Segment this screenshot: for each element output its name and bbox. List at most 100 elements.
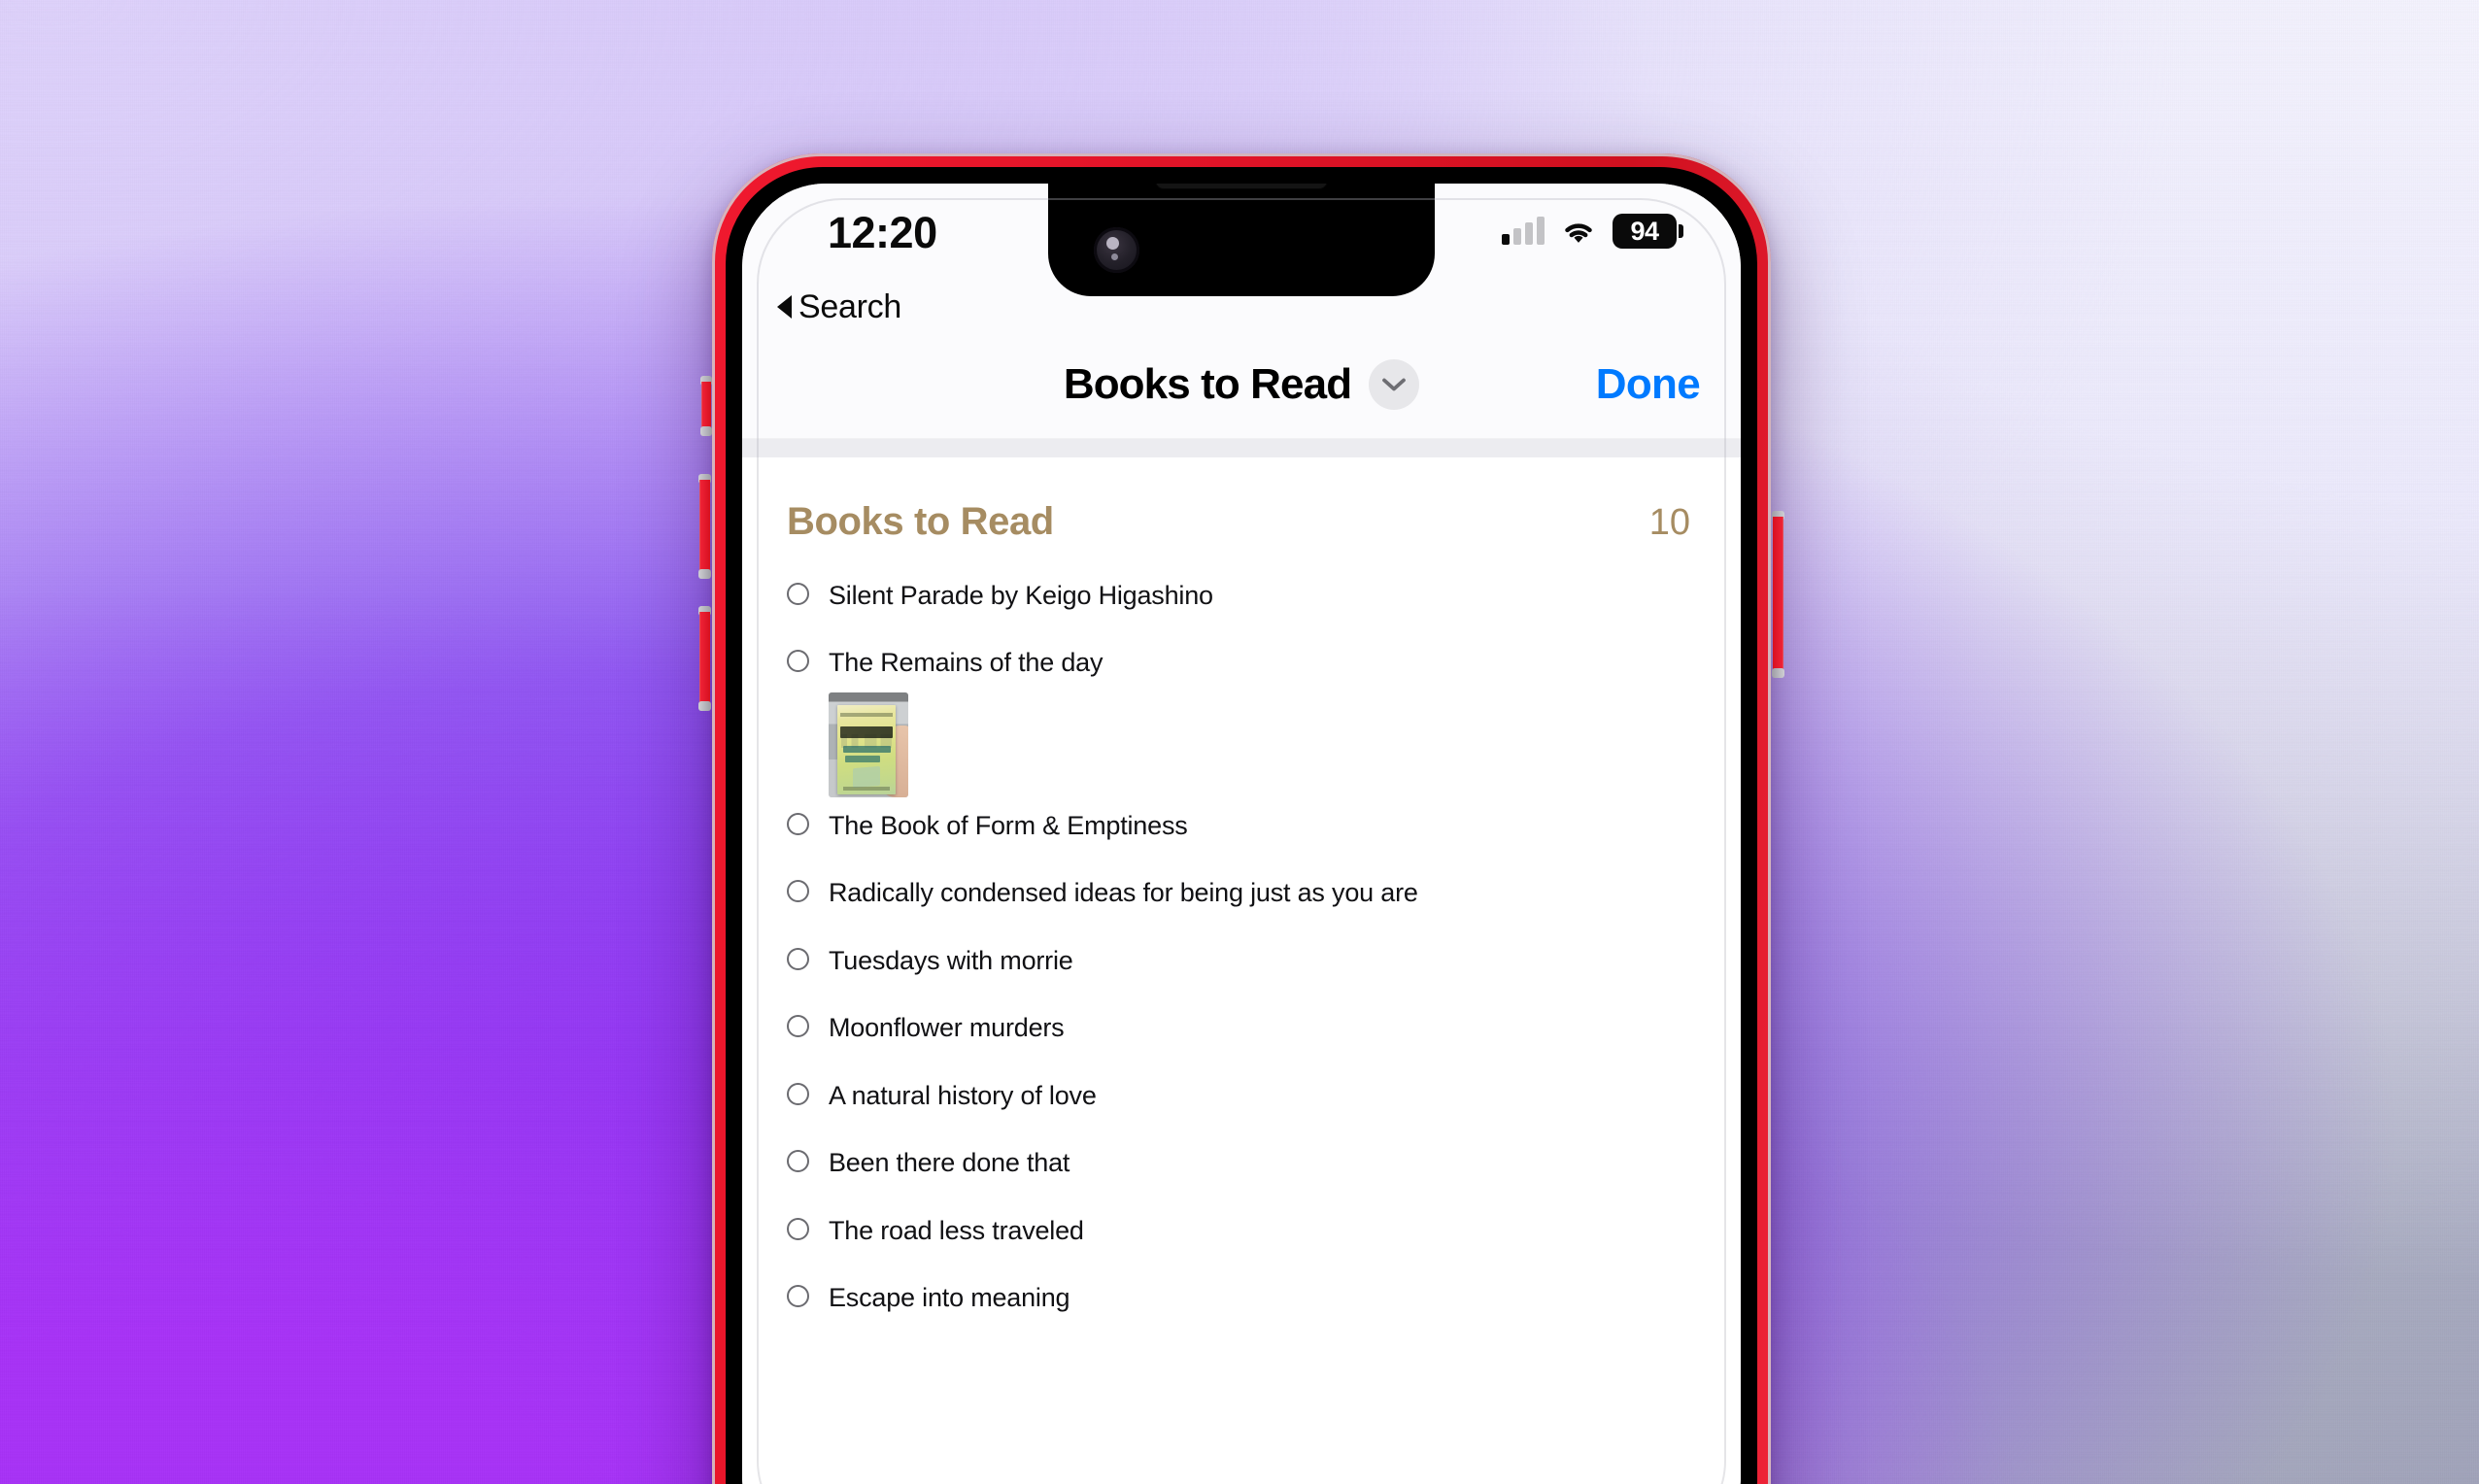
back-button-label: Search — [798, 287, 901, 325]
checkbox-circle-icon[interactable] — [787, 1015, 809, 1038]
checklist: Silent Parade by Keigo Higashino The Rema… — [787, 573, 1696, 1342]
signal-bar-3 — [1525, 222, 1533, 245]
checklist-item[interactable]: The road less traveled — [787, 1208, 1696, 1275]
checklist-item-content: A natural history of love — [829, 1075, 1696, 1140]
checklist-item[interactable]: Radically condensed ideas for being just… — [787, 870, 1696, 937]
checkbox-circle-icon[interactable] — [787, 1150, 809, 1173]
cellular-signal-icon — [1502, 217, 1545, 245]
mute-switch[interactable] — [700, 376, 712, 436]
checklist-item-content: The Book of Form & Emptiness — [829, 805, 1696, 870]
book-cover — [837, 704, 896, 794]
checkbox-circle-icon[interactable] — [787, 583, 809, 605]
volume-down-body — [699, 612, 710, 705]
checklist-item-label: Moonflower murders — [829, 1013, 1065, 1043]
item-spacer — [829, 613, 1696, 640]
iphone-device-frame: 12:20 94 Search Books to Read Done Books… — [698, 153, 1784, 1484]
volume-up-button[interactable] — [698, 474, 711, 579]
checklist-header: Books to Read 10 — [787, 500, 1696, 544]
item-spacer — [829, 1315, 1696, 1342]
checklist-item-label: Silent Parade by Keigo Higashino — [829, 581, 1213, 610]
item-spacer — [829, 1181, 1696, 1208]
checklist-item-content: Tuesdays with morrie — [829, 940, 1696, 1005]
checkbox-circle-icon[interactable] — [787, 650, 809, 673]
cover-title-line-2 — [845, 755, 880, 762]
status-bar-indicators: 94 — [1502, 214, 1683, 249]
checklist-item[interactable]: Tuesdays with morrie — [787, 938, 1696, 1005]
back-triangle-icon — [777, 295, 792, 319]
item-spacer — [829, 1113, 1696, 1140]
checkbox-circle-icon[interactable] — [787, 1082, 809, 1105]
note-body: Books to Read 10 Silent Parade by Keigo … — [742, 457, 1741, 1342]
power-cap-bottom — [1772, 668, 1784, 678]
cover-illustration — [853, 765, 880, 789]
battery-level-label: 94 — [1630, 216, 1659, 246]
signal-bar-4 — [1537, 217, 1545, 245]
earpiece-speaker — [1155, 184, 1328, 189]
checklist-title: Books to Read — [787, 500, 1054, 543]
checklist-item[interactable]: Been there done that — [787, 1140, 1696, 1207]
checklist-item-content: Moonflower murders — [829, 1007, 1696, 1072]
chevron-down-glyph — [1382, 378, 1407, 390]
checklist-count: 10 — [1648, 502, 1690, 543]
checklist-item-content: The Remains of the day — [829, 642, 1696, 802]
status-bar-clock: 12:20 — [828, 208, 937, 257]
checkbox-circle-icon[interactable] — [787, 1284, 809, 1307]
checklist-item-label: The Book of Form & Emptiness — [829, 810, 1188, 840]
checkbox-circle-icon[interactable] — [787, 1217, 809, 1240]
cover-author-text — [840, 725, 893, 738]
checklist-item-label: A natural history of love — [829, 1080, 1097, 1110]
checklist-item-label: Tuesdays with morrie — [829, 945, 1073, 975]
item-spacer — [829, 1248, 1696, 1275]
checklist-item-label: Radically condensed ideas for being just… — [829, 878, 1418, 908]
checklist-item-content: Escape into meaning — [829, 1277, 1696, 1342]
cover-title-line-1 — [843, 745, 891, 753]
cover-footer-text — [843, 786, 890, 791]
done-button[interactable]: Done — [1596, 360, 1701, 409]
device-bezel: 12:20 94 Search Books to Read Done Books… — [726, 167, 1757, 1484]
checklist-item-label: Escape into meaning — [829, 1282, 1070, 1312]
note-content-sheet[interactable]: Books to Read 10 Silent Parade by Keigo … — [742, 457, 1741, 1484]
notch — [1048, 184, 1435, 296]
power-body — [1773, 517, 1783, 672]
volume-up-cap-bottom — [698, 569, 711, 579]
volume-down-button[interactable] — [698, 606, 711, 711]
note-photo-attachment[interactable] — [829, 691, 908, 797]
checklist-item[interactable]: Moonflower murders — [787, 1005, 1696, 1072]
volume-down-cap-bottom — [698, 701, 711, 711]
back-to-search-button[interactable]: Search — [777, 288, 901, 326]
checkbox-circle-icon[interactable] — [787, 880, 809, 903]
checkbox-circle-icon[interactable] — [787, 947, 809, 970]
navigation-bar: Books to Read Done — [742, 330, 1741, 439]
front-camera-icon — [1094, 227, 1139, 273]
device-screen: 12:20 94 Search Books to Read Done Books… — [742, 184, 1741, 1484]
checklist-item[interactable]: The Remains of the day — [787, 640, 1696, 802]
checkbox-circle-icon[interactable] — [787, 812, 809, 835]
item-spacer — [829, 1046, 1696, 1073]
power-button[interactable] — [1772, 511, 1784, 678]
checklist-item-label: The Remains of the day — [829, 648, 1104, 678]
page-title: Books to Read — [1063, 359, 1352, 408]
navigation-title-group: Books to Read — [1063, 358, 1420, 410]
checklist-item-content: The road less traveled — [829, 1210, 1696, 1275]
checklist-item-content: Been there done that — [829, 1142, 1696, 1207]
signal-bar-2 — [1513, 228, 1521, 245]
checklist-item[interactable]: The Book of Form & Emptiness — [787, 803, 1696, 870]
volume-up-body — [699, 480, 710, 573]
checklist-item-content: Radically condensed ideas for being just… — [829, 872, 1696, 937]
checklist-item[interactable]: A natural history of love — [787, 1073, 1696, 1140]
checklist-item-content: Silent Parade by Keigo Higashino — [829, 575, 1696, 640]
cover-band — [840, 712, 893, 717]
checklist-item-label: The road less traveled — [829, 1215, 1084, 1245]
item-spacer — [829, 911, 1696, 938]
chevron-down-icon[interactable] — [1369, 358, 1420, 410]
battery-icon: 94 — [1613, 214, 1683, 249]
item-spacer — [829, 978, 1696, 1005]
checklist-item[interactable]: Silent Parade by Keigo Higashino — [787, 573, 1696, 640]
checklist-item[interactable]: Escape into meaning — [787, 1275, 1696, 1342]
item-spacer — [829, 843, 1696, 870]
wifi-icon — [1565, 223, 1592, 243]
checklist-item-label: Been there done that — [829, 1148, 1070, 1178]
sheet-separator — [742, 439, 1741, 457]
mute-switch-body — [701, 382, 711, 430]
mute-switch-cap-bottom — [700, 426, 712, 436]
